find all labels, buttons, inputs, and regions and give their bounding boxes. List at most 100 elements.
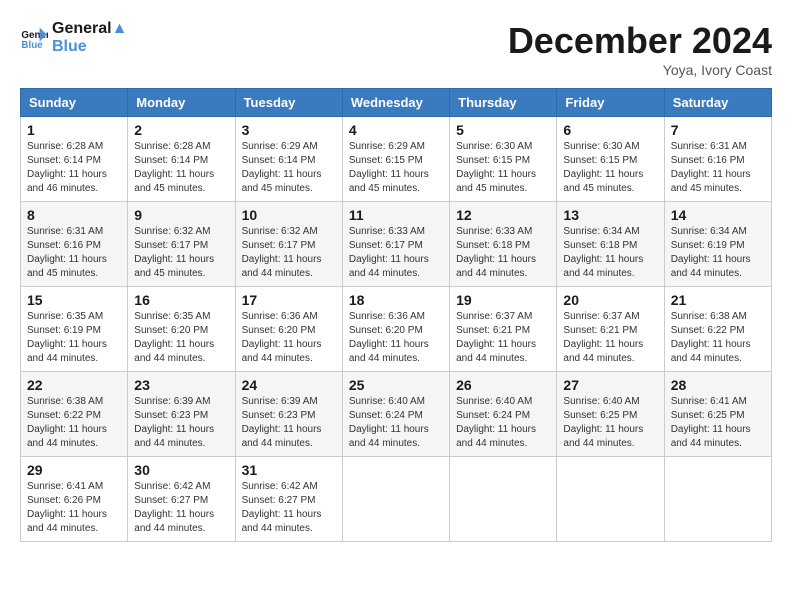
table-cell: 23 Sunrise: 6:39 AMSunset: 6:23 PMDayligh… (128, 372, 235, 457)
table-cell (342, 457, 449, 542)
day-info: Sunrise: 6:29 AMSunset: 6:15 PMDaylight:… (349, 140, 443, 196)
table-cell: 20 Sunrise: 6:37 AMSunset: 6:21 PMDayligh… (557, 287, 664, 372)
day-info: Sunrise: 6:32 AMSunset: 6:17 PMDaylight:… (242, 225, 336, 281)
day-number: 15 (27, 292, 121, 308)
day-number: 6 (563, 122, 657, 138)
table-cell: 21Sunrise: 6:38 AMSunset: 6:22 PMDayligh… (664, 287, 771, 372)
day-number: 14 (671, 207, 765, 223)
col-saturday: Saturday (664, 89, 771, 117)
day-number: 27 (563, 377, 657, 393)
day-number: 28 (671, 377, 765, 393)
table-cell: 5 Sunrise: 6:30 AMSunset: 6:15 PMDaylight… (450, 117, 557, 202)
table-cell: 25Sunrise: 6:40 AMSunset: 6:24 PMDayligh… (342, 372, 449, 457)
day-info: Sunrise: 6:41 AMSunset: 6:25 PMDaylight:… (671, 395, 765, 451)
table-cell: 2 Sunrise: 6:28 AMSunset: 6:14 PMDaylight… (128, 117, 235, 202)
day-number: 19 (456, 292, 550, 308)
logo: General Blue General▲ Blue (20, 20, 127, 55)
day-number: 26 (456, 377, 550, 393)
day-number: 1 (27, 122, 121, 138)
calendar-body: 1 Sunrise: 6:28 AMSunset: 6:14 PMDaylight… (21, 117, 772, 542)
table-cell: 9 Sunrise: 6:32 AMSunset: 6:17 PMDaylight… (128, 202, 235, 287)
day-info: Sunrise: 6:34 AMSunset: 6:19 PMDaylight:… (671, 225, 765, 281)
day-number: 23 (134, 377, 228, 393)
day-number: 10 (242, 207, 336, 223)
day-info: Sunrise: 6:31 AMSunset: 6:16 PMDaylight:… (27, 225, 121, 281)
day-info: Sunrise: 6:31 AMSunset: 6:16 PMDaylight:… (671, 140, 765, 196)
table-cell (557, 457, 664, 542)
day-number: 4 (349, 122, 443, 138)
table-cell: 24Sunrise: 6:39 AMSunset: 6:23 PMDayligh… (235, 372, 342, 457)
day-info: Sunrise: 6:42 AMSunset: 6:27 PMDaylight:… (134, 480, 228, 536)
day-info: Sunrise: 6:39 AMSunset: 6:23 PMDaylight:… (242, 395, 336, 451)
location: Yoya, Ivory Coast (508, 62, 772, 78)
col-friday: Friday (557, 89, 664, 117)
table-cell: 18 Sunrise: 6:36 AMSunset: 6:20 PMDayligh… (342, 287, 449, 372)
day-info: Sunrise: 6:32 AMSunset: 6:17 PMDaylight:… (134, 225, 228, 281)
calendar-row-2: 8 Sunrise: 6:31 AMSunset: 6:16 PMDaylight… (21, 202, 772, 287)
day-number: 31 (242, 462, 336, 478)
day-number: 13 (563, 207, 657, 223)
table-cell: 28 Sunrise: 6:41 AMSunset: 6:25 PMDayligh… (664, 372, 771, 457)
table-cell: 22Sunrise: 6:38 AMSunset: 6:22 PMDayligh… (21, 372, 128, 457)
day-info: Sunrise: 6:28 AMSunset: 6:14 PMDaylight:… (134, 140, 228, 196)
col-wednesday: Wednesday (342, 89, 449, 117)
table-cell: 13Sunrise: 6:34 AMSunset: 6:18 PMDayligh… (557, 202, 664, 287)
table-cell: 1Sunrise: 6:28 AMSunset: 6:14 PMDaylight… (21, 117, 128, 202)
day-number: 11 (349, 207, 443, 223)
table-cell: 3Sunrise: 6:29 AMSunset: 6:14 PMDaylight… (235, 117, 342, 202)
day-info: Sunrise: 6:33 AMSunset: 6:18 PMDaylight:… (456, 225, 550, 281)
day-number: 12 (456, 207, 550, 223)
title-area: December 2024 Yoya, Ivory Coast (508, 20, 772, 78)
day-info: Sunrise: 6:42 AMSunset: 6:27 PMDaylight:… (242, 480, 336, 536)
day-info: Sunrise: 6:29 AMSunset: 6:14 PMDaylight:… (242, 140, 336, 196)
day-number: 25 (349, 377, 443, 393)
col-tuesday: Tuesday (235, 89, 342, 117)
col-monday: Monday (128, 89, 235, 117)
day-info: Sunrise: 6:30 AMSunset: 6:15 PMDaylight:… (456, 140, 550, 196)
calendar-row-3: 15 Sunrise: 6:35 AMSunset: 6:19 PMDayligh… (21, 287, 772, 372)
table-cell: 29Sunrise: 6:41 AMSunset: 6:26 PMDayligh… (21, 457, 128, 542)
table-cell: 14 Sunrise: 6:34 AMSunset: 6:19 PMDayligh… (664, 202, 771, 287)
month-title: December 2024 (508, 20, 772, 62)
table-cell (664, 457, 771, 542)
day-info: Sunrise: 6:39 AMSunset: 6:23 PMDaylight:… (134, 395, 228, 451)
day-info: Sunrise: 6:38 AMSunset: 6:22 PMDaylight:… (27, 395, 121, 451)
col-thursday: Thursday (450, 89, 557, 117)
table-cell: 17Sunrise: 6:36 AMSunset: 6:20 PMDayligh… (235, 287, 342, 372)
day-number: 2 (134, 122, 228, 138)
day-info: Sunrise: 6:35 AMSunset: 6:20 PMDaylight:… (134, 310, 228, 366)
calendar-row-1: 1 Sunrise: 6:28 AMSunset: 6:14 PMDaylight… (21, 117, 772, 202)
day-info: Sunrise: 6:36 AMSunset: 6:20 PMDaylight:… (242, 310, 336, 366)
day-info: Sunrise: 6:36 AMSunset: 6:20 PMDaylight:… (349, 310, 443, 366)
table-cell: 8 Sunrise: 6:31 AMSunset: 6:16 PMDaylight… (21, 202, 128, 287)
day-number: 8 (27, 207, 121, 223)
table-cell: 12 Sunrise: 6:33 AMSunset: 6:18 PMDayligh… (450, 202, 557, 287)
table-cell: 10 Sunrise: 6:32 AMSunset: 6:17 PMDayligh… (235, 202, 342, 287)
col-sunday: Sunday (21, 89, 128, 117)
page-header: General Blue General▲ Blue December 2024… (20, 20, 772, 78)
day-number: 5 (456, 122, 550, 138)
logo-line2: Blue (52, 38, 127, 56)
day-number: 18 (349, 292, 443, 308)
day-number: 20 (563, 292, 657, 308)
logo-icon: General Blue (20, 24, 48, 52)
calendar-header-row: Sunday Monday Tuesday Wednesday Thursday… (21, 89, 772, 117)
day-number: 16 (134, 292, 228, 308)
day-info: Sunrise: 6:40 AMSunset: 6:24 PMDaylight:… (456, 395, 550, 451)
day-number: 9 (134, 207, 228, 223)
calendar-row-4: 22Sunrise: 6:38 AMSunset: 6:22 PMDayligh… (21, 372, 772, 457)
day-number: 30 (134, 462, 228, 478)
table-cell: 30 Sunrise: 6:42 AMSunset: 6:27 PMDayligh… (128, 457, 235, 542)
table-cell: 27Sunrise: 6:40 AMSunset: 6:25 PMDayligh… (557, 372, 664, 457)
table-cell: 16 Sunrise: 6:35 AMSunset: 6:20 PMDayligh… (128, 287, 235, 372)
table-cell: 11 Sunrise: 6:33 AMSunset: 6:17 PMDayligh… (342, 202, 449, 287)
table-cell: 26 Sunrise: 6:40 AMSunset: 6:24 PMDayligh… (450, 372, 557, 457)
day-info: Sunrise: 6:33 AMSunset: 6:17 PMDaylight:… (349, 225, 443, 281)
table-cell: 15 Sunrise: 6:35 AMSunset: 6:19 PMDayligh… (21, 287, 128, 372)
day-info: Sunrise: 6:35 AMSunset: 6:19 PMDaylight:… (27, 310, 121, 366)
day-number: 29 (27, 462, 121, 478)
day-info: Sunrise: 6:37 AMSunset: 6:21 PMDaylight:… (456, 310, 550, 366)
day-number: 21 (671, 292, 765, 308)
day-info: Sunrise: 6:37 AMSunset: 6:21 PMDaylight:… (563, 310, 657, 366)
table-cell: 7Sunrise: 6:31 AMSunset: 6:16 PMDaylight… (664, 117, 771, 202)
